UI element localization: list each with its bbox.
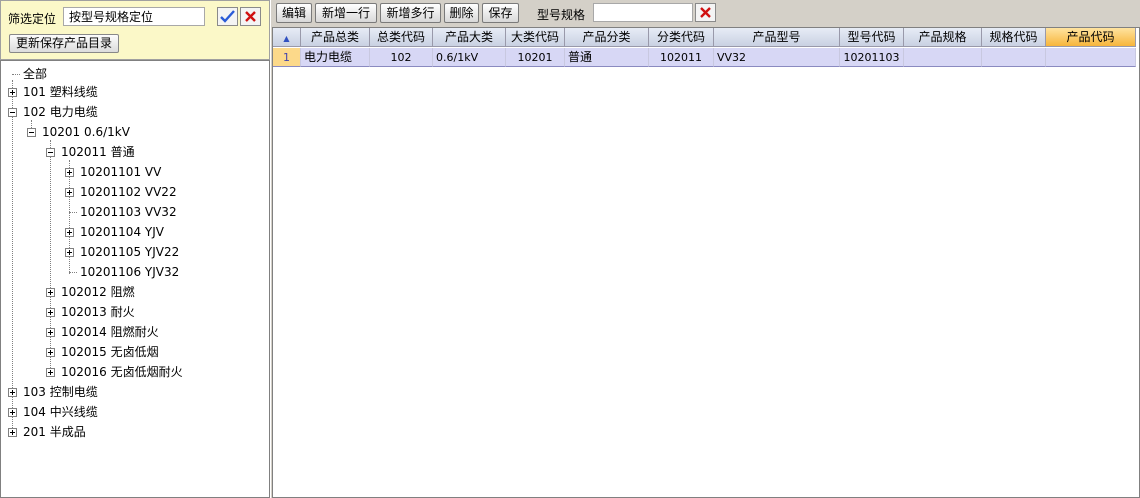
column-header[interactable]: 产品型号 xyxy=(714,28,840,47)
column-header[interactable]: 产品总类 xyxy=(301,28,370,47)
table-cell[interactable]: 10201103 xyxy=(840,48,904,67)
collapse-icon[interactable] xyxy=(27,128,36,137)
column-header[interactable]: 分类代码 xyxy=(649,28,714,47)
column-header[interactable]: 大类代码 xyxy=(506,28,565,47)
clear-filter-button[interactable] xyxy=(240,7,261,26)
delete-button[interactable]: 删除 xyxy=(444,3,479,23)
expand-icon[interactable] xyxy=(46,348,55,357)
model-spec-label: 型号规格 xyxy=(537,8,586,22)
column-header[interactable]: 规格代码 xyxy=(982,28,1046,47)
filter-label: 筛选定位 xyxy=(8,12,57,26)
table-cell[interactable]: 电力电缆 xyxy=(301,48,370,67)
column-header-active[interactable]: 产品代码 xyxy=(1046,28,1136,47)
add-row-button[interactable]: 新增一行 xyxy=(315,3,377,23)
expand-icon[interactable] xyxy=(65,168,74,177)
row-number[interactable]: 1 xyxy=(273,48,301,67)
column-header[interactable]: 型号代码 xyxy=(840,28,904,47)
table-cell[interactable]: VV32 xyxy=(714,48,840,67)
edit-button[interactable]: 编辑 xyxy=(276,3,312,23)
expand-icon[interactable] xyxy=(65,248,74,257)
check-icon xyxy=(220,10,235,23)
expand-icon[interactable] xyxy=(46,288,55,297)
filter-bar: 筛选定位 按型号规格定位 更新保存产品目录 xyxy=(0,0,270,60)
column-header[interactable]: 总类代码 xyxy=(370,28,433,47)
expand-icon[interactable] xyxy=(46,308,55,317)
table-cell[interactable] xyxy=(904,48,982,67)
table-cell[interactable]: 普通 xyxy=(565,48,649,67)
expand-icon[interactable] xyxy=(8,388,17,397)
right-panel: 编辑 新增一行 新增多行 删除 保存 型号规格 ▲ 产品总类 总类代码 产品大类… xyxy=(272,0,1140,498)
filter-input[interactable]: 按型号规格定位 xyxy=(63,7,205,26)
expand-icon[interactable] xyxy=(65,188,74,197)
table-cell[interactable] xyxy=(1046,48,1136,67)
column-header[interactable]: 产品规格 xyxy=(904,28,982,47)
expand-icon[interactable] xyxy=(8,408,17,417)
tree-line xyxy=(12,80,13,434)
confirm-button[interactable] xyxy=(217,7,238,26)
model-spec-input[interactable] xyxy=(593,3,693,22)
collapse-icon[interactable] xyxy=(46,148,55,157)
product-grid: ▲ 产品总类 总类代码 产品大类 大类代码 产品分类 分类代码 产品型号 型号代… xyxy=(272,27,1140,498)
column-header[interactable]: 产品大类 xyxy=(433,28,506,47)
expand-icon[interactable] xyxy=(8,428,17,437)
tree-line xyxy=(50,140,51,374)
table-cell[interactable]: 102 xyxy=(370,48,433,67)
category-tree: 全部 101 塑料线缆 102 电力电缆 10201 0.6/1kV 10201… xyxy=(0,60,270,498)
update-catalog-button[interactable]: 更新保存产品目录 xyxy=(9,34,120,53)
row-header-corner[interactable]: ▲ xyxy=(273,28,301,47)
add-rows-button[interactable]: 新增多行 xyxy=(380,3,441,23)
close-icon xyxy=(700,7,711,18)
expand-icon[interactable] xyxy=(46,328,55,337)
table-cell[interactable] xyxy=(982,48,1046,67)
table-cell[interactable]: 10201 xyxy=(506,48,565,67)
clear-model-spec-button[interactable] xyxy=(695,3,716,22)
save-button[interactable]: 保存 xyxy=(482,3,519,23)
expand-icon[interactable] xyxy=(8,88,17,97)
sort-icon: ▲ xyxy=(283,34,290,43)
left-panel: 筛选定位 按型号规格定位 更新保存产品目录 全部 101 塑料线缆 102 电力… xyxy=(0,0,270,498)
collapse-icon[interactable] xyxy=(8,108,17,117)
expand-icon[interactable] xyxy=(65,228,74,237)
close-icon xyxy=(245,11,256,22)
table-cell[interactable]: 102011 xyxy=(649,48,714,67)
column-header[interactable]: 产品分类 xyxy=(565,28,649,47)
table-cell[interactable]: 0.6/1kV xyxy=(433,48,506,67)
expand-icon[interactable] xyxy=(46,368,55,377)
